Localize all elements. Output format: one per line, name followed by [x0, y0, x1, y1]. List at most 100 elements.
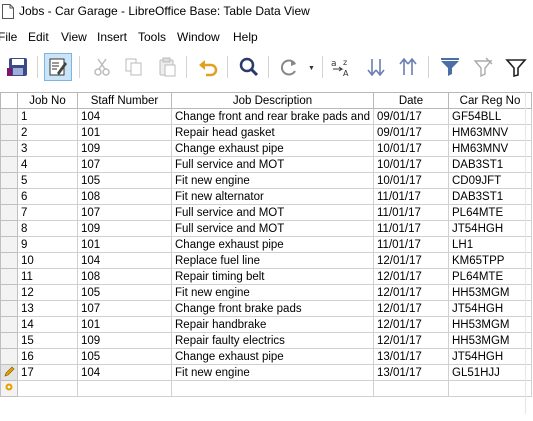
cell-car-reg-no[interactable]: HH53MGM: [448, 332, 532, 349]
corner-cell[interactable]: [0, 92, 18, 109]
cell-job-description[interactable]: [171, 380, 374, 397]
cell-date[interactable]: 12/01/17: [373, 332, 449, 349]
menu-insert[interactable]: Insert: [97, 30, 127, 44]
cell-job-description[interactable]: Repair timing belt: [171, 268, 374, 285]
sort-ascending-button[interactable]: [362, 53, 390, 81]
table-row[interactable]: 14 101 Repair handbrake 12/01/17 HH53MGM: [0, 316, 532, 333]
cell-car-reg-no[interactable]: HH53MGM: [448, 316, 532, 333]
cell-staff-number[interactable]: 101: [77, 316, 172, 333]
row-handle[interactable]: [0, 172, 18, 189]
cell-job-no[interactable]: 7: [17, 204, 78, 221]
cell-date[interactable]: 13/01/17: [373, 364, 449, 381]
table-row[interactable]: 9 101 Change exhaust pipe 11/01/17 LH1: [0, 236, 532, 253]
cell-staff-number[interactable]: 107: [77, 156, 172, 173]
sort-button[interactable]: a z A: [328, 53, 356, 81]
cell-date[interactable]: 12/01/17: [373, 268, 449, 285]
cell-job-description[interactable]: Fit new alternator: [171, 188, 374, 205]
table-row[interactable]: 4 107 Full service and MOT 10/01/17 DAB3ST1: [0, 156, 532, 173]
cell-job-description[interactable]: Change exhaust pipe: [171, 236, 374, 253]
cell-job-no[interactable]: 10: [17, 252, 78, 269]
cell-staff-number[interactable]: 105: [77, 284, 172, 301]
cell-job-description[interactable]: Full service and MOT: [171, 156, 374, 173]
table-row[interactable]: 10 104 Replace fuel line 12/01/17 KM65TPP: [0, 252, 532, 269]
cell-date[interactable]: 12/01/17: [373, 252, 449, 269]
cell-date[interactable]: 12/01/17: [373, 284, 449, 301]
cell-staff-number[interactable]: 108: [77, 268, 172, 285]
cell-car-reg-no[interactable]: JT54HGH: [448, 220, 532, 237]
cell-job-no[interactable]: 6: [17, 188, 78, 205]
cell-date[interactable]: 12/01/17: [373, 300, 449, 317]
cell-staff-number[interactable]: 101: [77, 236, 172, 253]
cell-date[interactable]: 11/01/17: [373, 188, 449, 205]
table-row[interactable]: 8 109 Full service and MOT 11/01/17 JT54HGH: [0, 220, 532, 237]
table-row[interactable]: 3 109 Change exhaust pipe 10/01/17 HM63MNV: [0, 140, 532, 157]
row-handle[interactable]: [0, 204, 18, 221]
cell-staff-number[interactable]: 101: [77, 124, 172, 141]
row-handle[interactable]: [0, 140, 18, 157]
row-handle[interactable]: [0, 348, 18, 365]
sort-descending-button[interactable]: [394, 53, 422, 81]
row-handle[interactable]: [0, 316, 18, 333]
cell-job-no[interactable]: 15: [17, 332, 78, 349]
cell-job-no[interactable]: 4: [17, 156, 78, 173]
cell-date[interactable]: 10/01/17: [373, 140, 449, 157]
cell-car-reg-no[interactable]: PL64MTE: [448, 268, 532, 285]
cell-job-no[interactable]: [17, 380, 78, 397]
cell-car-reg-no[interactable]: JT54HGH: [448, 348, 532, 365]
table-row[interactable]: 16 105 Change exhaust pipe 13/01/17 JT54HGH: [0, 348, 532, 365]
paste-button[interactable]: [153, 53, 181, 81]
row-handle[interactable]: [0, 124, 18, 141]
table-row[interactable]: 17 104 Fit new engine 13/01/17 GL51HJJ: [0, 364, 532, 381]
refresh-button[interactable]: [275, 53, 303, 81]
column-header-job-description[interactable]: Job Description: [171, 92, 374, 109]
cell-job-no[interactable]: 2: [17, 124, 78, 141]
cell-date[interactable]: 11/01/17: [373, 220, 449, 237]
cell-date[interactable]: 09/01/17: [373, 124, 449, 141]
row-handle[interactable]: [0, 380, 18, 397]
table-row[interactable]: 13 107 Change front brake pads 12/01/17 JT54…: [0, 300, 532, 317]
cell-date[interactable]: 09/01/17: [373, 108, 449, 125]
cell-date[interactable]: 11/01/17: [373, 204, 449, 221]
column-header-car-reg-no[interactable]: Car Reg No: [448, 92, 532, 109]
column-header-job-no[interactable]: Job No: [17, 92, 78, 109]
cell-staff-number[interactable]: 107: [77, 204, 172, 221]
refresh-dropdown-icon[interactable]: ▼: [308, 65, 315, 72]
cell-staff-number[interactable]: 108: [77, 188, 172, 205]
cell-job-no[interactable]: 13: [17, 300, 78, 317]
row-handle[interactable]: [0, 300, 18, 317]
table-row[interactable]: 1 104 Change front and rear brake pads and…: [0, 108, 532, 125]
cell-car-reg-no[interactable]: [448, 380, 532, 397]
cell-job-description[interactable]: Change exhaust pipe: [171, 140, 374, 157]
cell-job-no[interactable]: 16: [17, 348, 78, 365]
row-handle[interactable]: [0, 108, 18, 125]
remove-filter-button[interactable]: [469, 53, 497, 81]
cell-date[interactable]: 11/01/17: [373, 236, 449, 253]
cell-job-no[interactable]: 12: [17, 284, 78, 301]
column-header-staff-number[interactable]: Staff Number: [77, 92, 172, 109]
cut-button[interactable]: [88, 53, 116, 81]
cell-job-description[interactable]: Full service and MOT: [171, 204, 374, 221]
cell-staff-number[interactable]: 109: [77, 220, 172, 237]
find-record-button[interactable]: [235, 53, 263, 81]
cell-staff-number[interactable]: 109: [77, 332, 172, 349]
table-row[interactable]: 5 105 Fit new engine 10/01/17 CD09JFT: [0, 172, 532, 189]
cell-job-description[interactable]: Fit new engine: [171, 284, 374, 301]
cell-job-no[interactable]: 11: [17, 268, 78, 285]
cell-job-description[interactable]: Repair head gasket: [171, 124, 374, 141]
cell-job-no[interactable]: 17: [17, 364, 78, 381]
row-handle[interactable]: [0, 188, 18, 205]
cell-date[interactable]: 10/01/17: [373, 156, 449, 173]
cell-car-reg-no[interactable]: HH53MGM: [448, 284, 532, 301]
table-row[interactable]: 11 108 Repair timing belt 12/01/17 PL64MTE: [0, 268, 532, 285]
cell-staff-number[interactable]: 105: [77, 172, 172, 189]
table-row[interactable]: 12 105 Fit new engine 12/01/17 HH53MGM: [0, 284, 532, 301]
cell-job-no[interactable]: 1: [17, 108, 78, 125]
cell-car-reg-no[interactable]: GL51HJJ: [448, 364, 532, 381]
save-button[interactable]: [4, 53, 32, 81]
autofilter-button[interactable]: [436, 53, 464, 81]
cell-job-no[interactable]: 3: [17, 140, 78, 157]
cell-staff-number[interactable]: 104: [77, 252, 172, 269]
edit-data-button[interactable]: [44, 53, 72, 81]
cell-staff-number[interactable]: 107: [77, 300, 172, 317]
cell-job-description[interactable]: Repair faulty electrics: [171, 332, 374, 349]
